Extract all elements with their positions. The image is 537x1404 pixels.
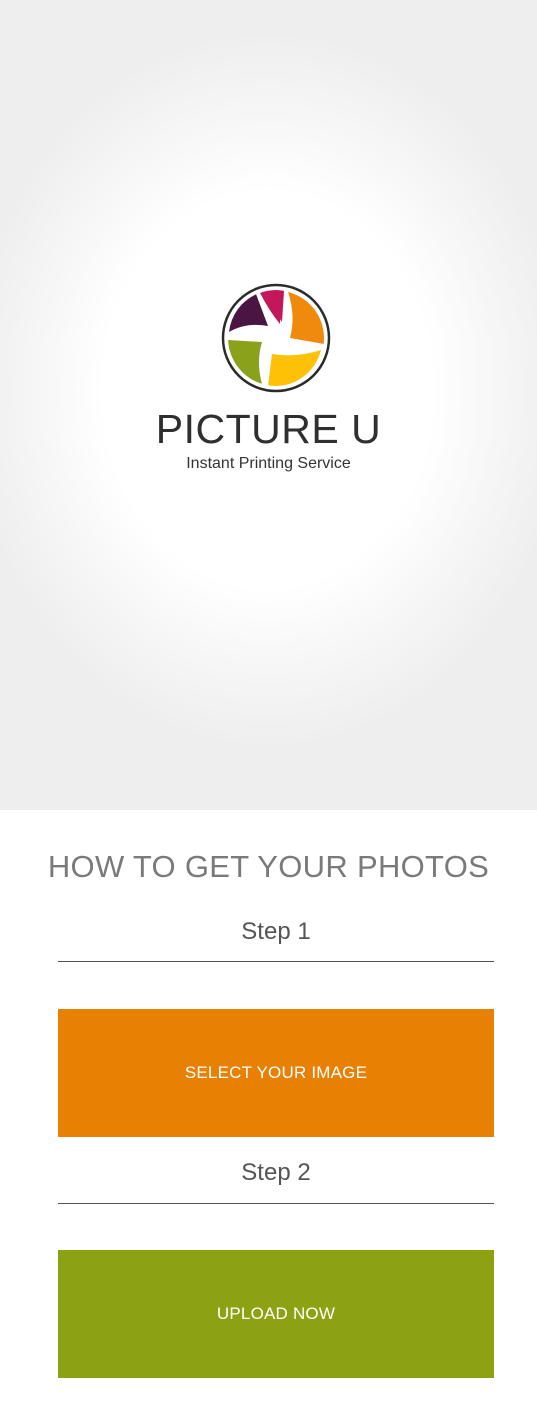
step-2-divider xyxy=(58,1203,494,1204)
upload-now-button[interactable]: UPLOAD NOW xyxy=(58,1250,494,1378)
step-1-label: Step 1 xyxy=(241,918,311,945)
select-image-button[interactable]: SELECT YOUR IMAGE xyxy=(58,1009,494,1137)
step-1-divider xyxy=(58,961,494,962)
aperture-logo-icon xyxy=(221,283,331,393)
hero-banner: PICTURE U Instant Printing Service xyxy=(0,0,537,810)
how-to-title: HOW TO GET YOUR PHOTOS xyxy=(47,849,490,884)
brand-title: PICTURE U xyxy=(155,406,382,452)
step-2-label: Step 2 xyxy=(241,1159,311,1186)
brand-tagline: Instant Printing Service xyxy=(186,455,351,472)
